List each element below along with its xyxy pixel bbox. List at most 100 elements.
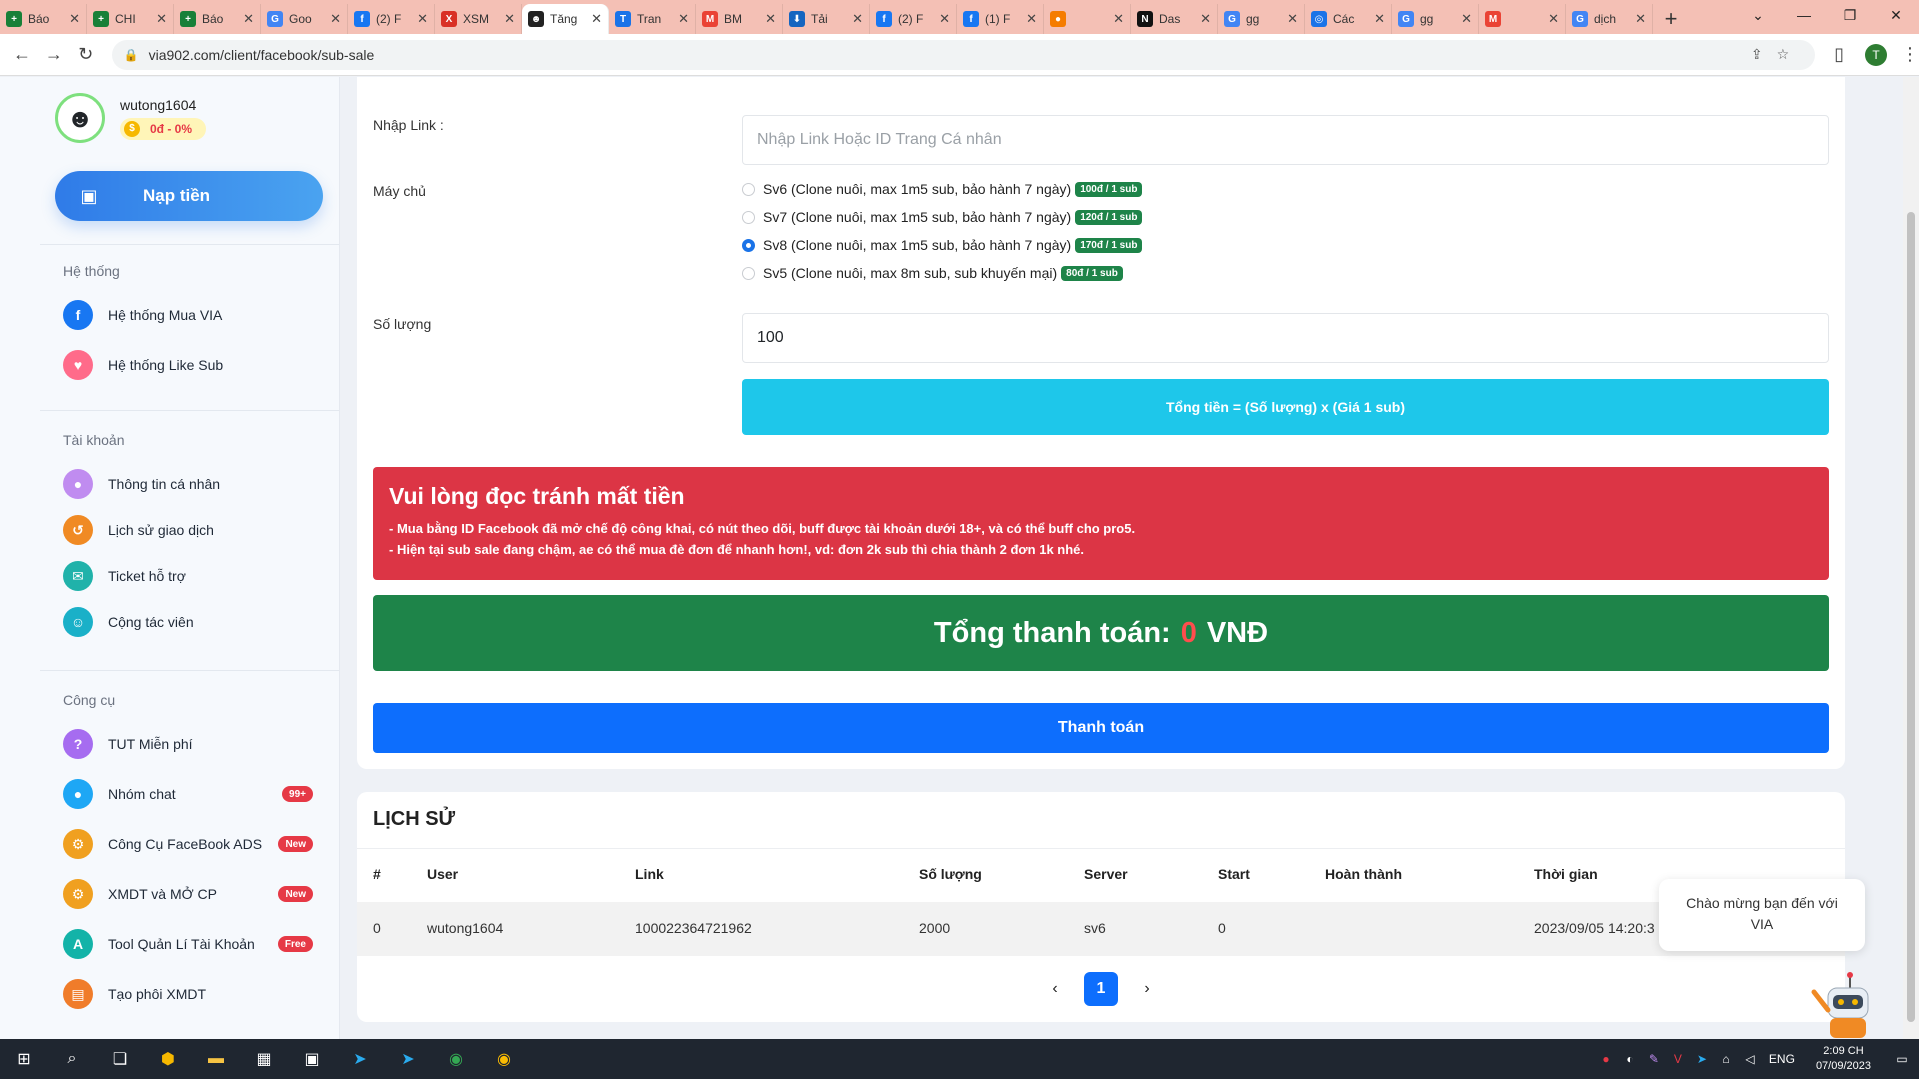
windows-start-icon[interactable]: ⊞: [0, 1039, 48, 1079]
pagination-page-1[interactable]: 1: [1084, 972, 1118, 1006]
tray-vivaldi-icon[interactable]: V: [1666, 1052, 1690, 1066]
back-icon[interactable]: ←: [6, 44, 38, 65]
link-input[interactable]: Nhập Link Hoặc ID Trang Cá nhân: [742, 115, 1829, 165]
share-icon[interactable]: ⇪: [1751, 46, 1777, 63]
chat-welcome-bubble[interactable]: Chào mừng bạn đến với VIA: [1659, 879, 1865, 951]
sidebar-item[interactable]: ? TUT Miễn phí: [63, 728, 313, 760]
tab-close-icon[interactable]: ✕: [1200, 11, 1211, 27]
clock[interactable]: 2:09 CH 07/09/2023: [1802, 1044, 1885, 1074]
sidepanel-icon[interactable]: ▯: [1823, 44, 1855, 65]
server-radio[interactable]: [742, 238, 755, 252]
app-icon[interactable]: ⬢: [144, 1039, 192, 1079]
lock-icon[interactable]: 🔒: [124, 48, 139, 62]
chatbot-robot-icon[interactable]: [1800, 970, 1870, 1040]
browser-tab[interactable]: ⬇ Tải ✕: [783, 4, 870, 34]
tray-app-icon[interactable]: ◐: [1618, 1052, 1642, 1066]
tray-app-icon[interactable]: ●: [1594, 1052, 1618, 1066]
tab-close-icon[interactable]: ✕: [1548, 11, 1559, 27]
pay-button[interactable]: Thanh toán: [373, 703, 1829, 753]
sidebar-item[interactable]: ● Nhóm chat 99+: [63, 778, 313, 810]
tab-close-icon[interactable]: ✕: [1374, 11, 1385, 27]
topup-button[interactable]: ▣ Nạp tiền: [55, 171, 323, 221]
browser-tab[interactable]: f (2) F ✕: [870, 4, 957, 34]
avatar[interactable]: ☻: [55, 93, 105, 143]
tab-close-icon[interactable]: ✕: [591, 11, 602, 27]
tab-close-icon[interactable]: ✕: [156, 11, 167, 27]
tray-telegram-icon[interactable]: ➤: [1690, 1052, 1714, 1066]
telegram-icon[interactable]: ➤: [336, 1039, 384, 1079]
tray-pen-icon[interactable]: ✎: [1642, 1052, 1666, 1066]
tab-close-icon[interactable]: ✕: [69, 11, 80, 27]
tab-close-icon[interactable]: ✕: [939, 11, 950, 27]
sidebar-item[interactable]: ▤ Tạo phôi XMDT: [63, 978, 313, 1010]
tab-close-icon[interactable]: ✕: [852, 11, 863, 27]
browser-tab[interactable]: T Tran ✕: [609, 4, 696, 34]
tab-close-icon[interactable]: ✕: [330, 11, 341, 27]
server-option[interactable]: Sv6 (Clone nuôi, max 1m5 sub, bảo hành 7…: [742, 179, 1143, 199]
browser-tab[interactable]: + Báo ✕: [174, 4, 261, 34]
volume-icon[interactable]: ◁: [1738, 1052, 1762, 1066]
server-option[interactable]: Sv5 (Clone nuôi, max 8m sub, sub khuyến …: [742, 263, 1123, 283]
server-option[interactable]: Sv8 (Clone nuôi, max 1m5 sub, bảo hành 7…: [742, 235, 1143, 255]
browser-tab[interactable]: Gdịch ✕: [1566, 4, 1653, 34]
browser-tab[interactable]: ● ✕: [1044, 4, 1131, 34]
tab-close-icon[interactable]: ✕: [678, 11, 689, 27]
browser-tab[interactable]: f (2) F ✕: [348, 4, 435, 34]
language-indicator[interactable]: ENG: [1762, 1052, 1802, 1066]
browser-tab[interactable]: Ggg ✕: [1218, 4, 1305, 34]
pagination-next[interactable]: ›: [1130, 972, 1164, 1006]
browser-tab[interactable]: ◎ Các ✕: [1305, 4, 1392, 34]
sidebar-item[interactable]: ✉ Ticket hỗ trợ: [63, 560, 313, 592]
sidebar-item[interactable]: ⚙ XMDT và MỞ CP New: [63, 878, 313, 910]
app-grid-icon[interactable]: ▦: [240, 1039, 288, 1079]
notifications-icon[interactable]: ▭: [1885, 1052, 1919, 1066]
tab-close-icon[interactable]: ✕: [243, 11, 254, 27]
close-window-icon[interactable]: ✕: [1873, 0, 1919, 30]
sidebar-item[interactable]: ● Thông tin cá nhân: [63, 468, 313, 500]
chrome-icon[interactable]: ◉: [480, 1039, 528, 1079]
tab-close-icon[interactable]: ✕: [765, 11, 776, 27]
server-radio[interactable]: [742, 210, 755, 224]
browser-tab[interactable]: ☻ Tăng ✕: [522, 4, 609, 34]
page-scrollbar[interactable]: [1903, 77, 1919, 1039]
browser-tab[interactable]: + CHI ✕: [87, 4, 174, 34]
quantity-input[interactable]: 100: [742, 313, 1829, 363]
browser-tab[interactable]: N Das ✕: [1131, 4, 1218, 34]
tab-close-icon[interactable]: ✕: [1287, 11, 1298, 27]
browser-tab[interactable]: f (1) F ✕: [957, 4, 1044, 34]
network-icon[interactable]: ⌂: [1714, 1052, 1738, 1066]
search-icon[interactable]: ⌕: [48, 1039, 96, 1079]
browser-tab[interactable]: + Báo ✕: [0, 4, 87, 34]
sidebar-item[interactable]: ♥ Hệ thống Like Sub: [63, 349, 313, 381]
scrollbar-thumb[interactable]: [1907, 212, 1915, 1022]
browser-tab[interactable]: X XSM ✕: [435, 4, 522, 34]
reload-icon[interactable]: ↻: [70, 44, 102, 65]
bookmark-star-icon[interactable]: ☆: [1777, 46, 1804, 63]
sidebar-item[interactable]: ↺ Lịch sử giao dịch: [63, 514, 313, 546]
sidebar-item[interactable]: ☺ Cộng tác viên: [63, 606, 313, 638]
browser-tab[interactable]: M ✕: [1479, 4, 1566, 34]
new-tab-icon[interactable]: +: [1653, 4, 1689, 34]
tab-search-icon[interactable]: ⌄: [1735, 0, 1781, 30]
file-explorer-icon[interactable]: ▬: [192, 1039, 240, 1079]
server-radio[interactable]: [742, 182, 755, 196]
pagination-prev[interactable]: ‹: [1038, 972, 1072, 1006]
tab-close-icon[interactable]: ✕: [1113, 11, 1124, 27]
browser-tab[interactable]: Ggg ✕: [1392, 4, 1479, 34]
chrome-icon[interactable]: ◉: [432, 1039, 480, 1079]
tab-close-icon[interactable]: ✕: [1461, 11, 1472, 27]
url-input[interactable]: 🔒 via902.com/client/facebook/sub-sale ⇪ …: [111, 39, 1816, 70]
profile-avatar[interactable]: T: [1865, 43, 1887, 66]
browser-menu-icon[interactable]: ⋮: [1901, 44, 1919, 65]
tab-close-icon[interactable]: ✕: [1026, 11, 1037, 27]
telegram-icon[interactable]: ➤: [384, 1039, 432, 1079]
browser-tab[interactable]: G Goo ✕: [261, 4, 348, 34]
forward-icon[interactable]: →: [38, 44, 70, 65]
tab-close-icon[interactable]: ✕: [1635, 11, 1646, 27]
server-radio[interactable]: [742, 266, 755, 280]
minimize-icon[interactable]: —: [1781, 0, 1827, 30]
restore-icon[interactable]: ❐: [1827, 0, 1873, 30]
sidebar-item[interactable]: A Tool Quản Lí Tài Khoản Free: [63, 928, 313, 960]
tab-close-icon[interactable]: ✕: [504, 11, 515, 27]
sidebar-item[interactable]: f Hệ thống Mua VIA: [63, 299, 313, 331]
